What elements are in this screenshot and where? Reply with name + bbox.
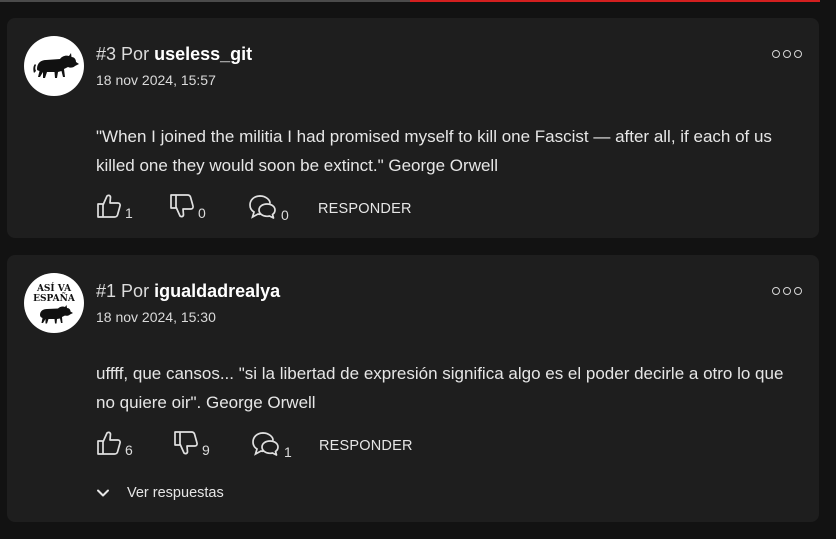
author-username[interactable]: igualdadrealya <box>154 281 280 301</box>
more-options-button[interactable] <box>772 287 802 295</box>
dot-icon <box>772 50 780 58</box>
author-username[interactable]: useless_git <box>154 44 252 64</box>
dislike-button[interactable]: 9 <box>173 430 210 458</box>
like-button[interactable]: 6 <box>96 430 133 458</box>
bull-icon: ASÍ VA ESPAÑA <box>33 282 76 324</box>
more-options-button[interactable] <box>772 50 802 58</box>
progress-fill <box>410 0 820 2</box>
avatar[interactable] <box>24 36 84 96</box>
author-prefix: Por <box>121 44 150 64</box>
comment-card: ASÍ VA ESPAÑA #1 Por igualdadrealya 18 n… <box>7 255 819 522</box>
comments-button[interactable]: 0 <box>248 193 289 223</box>
speech-bubbles-icon <box>249 195 276 219</box>
reply-button[interactable]: RESPONDER <box>318 201 412 217</box>
progress-track <box>0 0 410 2</box>
comment-actions: 1 0 0 RESPONDER <box>96 193 426 225</box>
like-button[interactable]: 1 <box>96 193 133 221</box>
dislike-button[interactable]: 0 <box>169 193 206 221</box>
thumbs-up-icon <box>97 194 121 218</box>
dot-icon <box>783 50 791 58</box>
view-replies-toggle[interactable]: Ver respuestas <box>96 485 224 501</box>
dot-icon <box>772 287 780 295</box>
reply-count: 0 <box>281 207 289 223</box>
comment-date: 18 nov 2024, 15:30 <box>96 309 216 325</box>
comment-text: uffff, que cansos... "si la libertad de … <box>96 364 784 412</box>
thumbs-up-icon <box>97 431 121 455</box>
comment-card: #3 Por useless_git 18 nov 2024, 15:57 "W… <box>7 18 819 238</box>
avatar[interactable]: ASÍ VA ESPAÑA <box>24 273 84 333</box>
comment-number: #3 <box>96 44 117 64</box>
reply-button[interactable]: RESPONDER <box>319 438 413 454</box>
comment-number: #1 <box>96 281 117 301</box>
like-count: 6 <box>125 442 133 458</box>
avatar-text-line-2: ESPAÑA <box>33 292 76 304</box>
bull-icon <box>33 53 79 78</box>
comment-header: #1 Por igualdadrealya <box>96 281 280 302</box>
like-count: 1 <box>125 205 133 221</box>
reply-count: 1 <box>284 444 292 460</box>
comment-actions: 6 9 1 RESPONDER <box>96 430 426 462</box>
comments-button[interactable]: 1 <box>251 430 292 460</box>
thumbs-down-icon <box>170 194 194 218</box>
comment-date: 18 nov 2024, 15:57 <box>96 72 216 88</box>
scroll-progress-bar <box>0 0 836 2</box>
dot-icon <box>794 50 802 58</box>
comment-text: "When I joined the militia I had promise… <box>96 127 772 175</box>
author-prefix: Por <box>121 281 150 301</box>
dot-icon <box>794 287 802 295</box>
thumbs-down-icon <box>174 431 198 455</box>
avatar-text-line-1: ASÍ VA <box>36 282 72 294</box>
comment-header: #3 Por useless_git <box>96 44 252 65</box>
chevron-down-icon <box>97 489 109 497</box>
dislike-count: 9 <box>202 442 210 458</box>
dislike-count: 0 <box>198 205 206 221</box>
dot-icon <box>783 287 791 295</box>
view-replies-label: Ver respuestas <box>127 485 224 501</box>
speech-bubbles-icon <box>252 432 279 456</box>
